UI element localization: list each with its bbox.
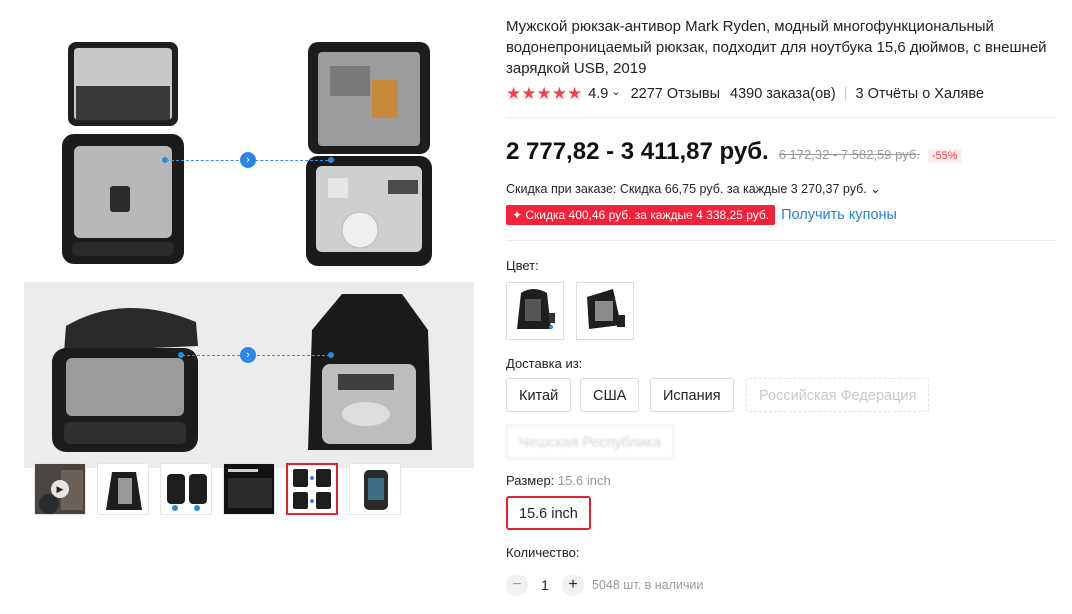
discount-badge: -55% <box>927 149 962 163</box>
divider <box>506 240 1056 241</box>
size-label: Размер: 15.6 inch <box>506 473 611 488</box>
main-product-image[interactable]: › › <box>24 20 474 468</box>
open-backpack-image <box>62 42 184 264</box>
reports-link[interactable]: 3 Отчёты о Халяве <box>855 86 983 102</box>
shipping-label: Доставка из: <box>506 356 583 371</box>
rating-stars-icon: ★★★★★ <box>506 84 583 103</box>
color-option-image <box>517 289 555 329</box>
thumbnail-strip: ▶ <box>34 463 401 515</box>
callout-dot <box>328 157 334 163</box>
separator: | <box>843 86 848 102</box>
ship-from-czech[interactable]: Чешская Республика <box>506 425 674 459</box>
waterproof-thumbnail-image <box>224 464 274 514</box>
closed-backpack-pocket-image <box>308 294 432 450</box>
quantity-value[interactable]: 1 <box>528 577 562 593</box>
coupon-row: ✦ Скидка 400,46 руб. за каждые 4 338,25 … <box>506 205 897 225</box>
orders-count: 4390 заказа(ов) <box>730 86 836 102</box>
compartments-thumbnail-image <box>293 469 331 509</box>
color-option-2[interactable] <box>576 282 634 340</box>
price-row: 2 777,82 - 3 411,87 руб. 6 172,32 - 7 58… <box>506 138 962 166</box>
thumbnail-4[interactable] <box>223 463 275 515</box>
thumbnail-5-selected[interactable] <box>286 463 338 515</box>
rating-chevron-icon[interactable]: ⌄ <box>611 85 620 98</box>
quantity-stepper: − 1 + 5048 шт. в наличии <box>506 574 703 596</box>
get-coupons-link[interactable]: Получить купоны <box>781 207 897 223</box>
backpack-front-thumbnail-image <box>364 470 388 510</box>
coupon-badge: ✦ Скидка 400,46 руб. за каждые 4 338,25 … <box>506 205 776 225</box>
callout-line <box>182 355 330 356</box>
callout-dot <box>328 352 334 358</box>
organized-backpack-image <box>306 42 432 266</box>
backpack-pair-thumbnail-image <box>167 474 207 511</box>
product-title: Мужской рюкзак-антивор Mark Ryden, модны… <box>506 18 1047 77</box>
product-gallery: › › <box>24 20 474 468</box>
backpack-thumbnail-image <box>106 472 142 510</box>
play-icon: ▶ <box>51 480 69 498</box>
size-selected-value: 15.6 inch <box>557 473 611 488</box>
thumbnail-6[interactable] <box>349 463 401 515</box>
image-panel-bottom: › <box>24 282 474 468</box>
thumbnail-2[interactable] <box>97 463 149 515</box>
color-option-1[interactable] <box>506 282 564 340</box>
thumbnail-video[interactable]: ▶ <box>34 463 86 515</box>
divider <box>506 117 1056 118</box>
decrease-quantity-button[interactable]: − <box>506 574 528 596</box>
order-discount-dropdown[interactable]: Скидка при заказе: Скидка 66,75 руб. за … <box>506 181 881 196</box>
ship-from-usa[interactable]: США <box>580 378 640 412</box>
quantity-label: Количество: <box>506 545 580 560</box>
color-option-image <box>587 289 625 329</box>
color-label: Цвет: <box>506 258 539 273</box>
thumbnail-3[interactable] <box>160 463 212 515</box>
rating-row: ★★★★★ 4.9 ⌄ 2277 Отзывы 4390 заказа(ов) … <box>506 84 984 104</box>
old-price: 6 172,32 - 7 582,59 руб. <box>778 147 920 162</box>
open-backpack-side-image <box>52 307 198 452</box>
size-label-text: Размер: <box>506 473 555 488</box>
arrow-right-icon: › <box>240 152 256 168</box>
size-option-15-6[interactable]: 15.6 inch <box>506 496 591 530</box>
rating-value[interactable]: 4.9 <box>588 86 608 102</box>
current-price: 2 777,82 - 3 411,87 руб. <box>506 138 769 165</box>
reviews-link[interactable]: 2277 Отзывы <box>631 86 720 102</box>
ship-from-russia[interactable]: Российская Федерация <box>746 378 930 412</box>
ship-from-china[interactable]: Китай <box>506 378 572 412</box>
ship-from-spain[interactable]: Испания <box>650 378 734 412</box>
increase-quantity-button[interactable]: + <box>562 574 584 596</box>
arrow-right-icon: › <box>240 347 256 363</box>
image-panel-top: › <box>24 20 474 282</box>
color-options <box>506 282 634 340</box>
stock-status: 5048 шт. в наличии <box>592 578 704 592</box>
